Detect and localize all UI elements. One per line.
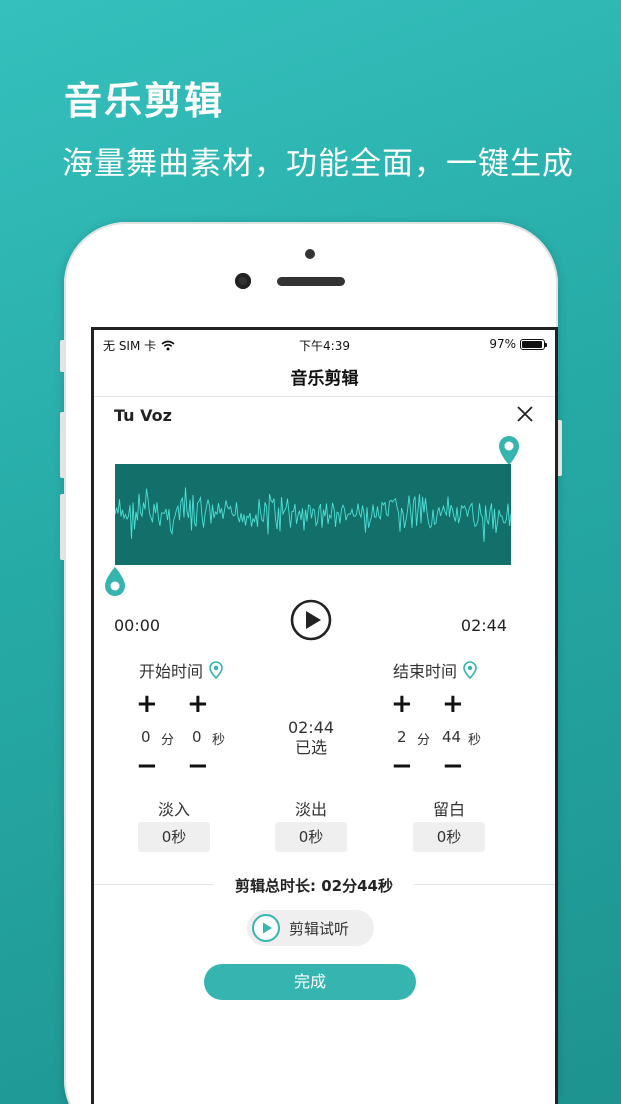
start-sec-plus-button[interactable]: + — [187, 691, 209, 717]
app-screen: 无 SIM 卡 下午4:39 97% 音乐剪辑 Tu Voz 00:00 02:… — [91, 327, 558, 1104]
preview-button-label: 剪辑试听 — [289, 919, 350, 938]
start-min-minus-button[interactable]: − — [136, 753, 158, 779]
fade-out-field[interactable]: 0秒 — [275, 822, 347, 852]
phone-sensor — [305, 249, 315, 259]
location-pin-icon — [463, 661, 477, 679]
page-title: 音乐剪辑 — [290, 369, 359, 389]
end-sec-value: 44 — [442, 728, 462, 746]
start-time-label-text: 开始时间 — [139, 662, 204, 681]
silence-label: 留白 — [432, 800, 465, 819]
phone-volume-down — [60, 494, 66, 560]
end-min-unit: 分 — [417, 733, 431, 748]
play-icon[interactable] — [290, 599, 332, 641]
battery-percent: 97% — [489, 337, 516, 351]
end-min-plus-button[interactable]: + — [391, 691, 413, 717]
phone-earpiece — [277, 277, 345, 286]
location-pin-icon — [209, 661, 223, 679]
play-circle-icon — [252, 914, 280, 942]
start-min-unit: 分 — [161, 733, 175, 748]
end-sec-unit: 秒 — [468, 733, 482, 748]
status-right: 97% — [489, 337, 547, 351]
preview-button[interactable]: 剪辑试听 — [247, 910, 374, 946]
selected-time: 02:44 — [287, 718, 335, 737]
promo-subline: 海量舞曲素材，功能全面，一键生成 — [62, 146, 574, 182]
selected-range: 02:44 已选 — [264, 718, 358, 758]
current-time: 00:00 — [114, 616, 161, 635]
selected-label: 已选 — [294, 738, 327, 757]
fade-in-field[interactable]: 0秒 — [138, 822, 210, 852]
start-min-plus-button[interactable]: + — [136, 691, 158, 717]
done-button[interactable]: 完成 — [204, 964, 416, 1000]
phone-mute-switch — [60, 340, 66, 372]
start-sec-unit: 秒 — [212, 733, 226, 748]
start-time-label: 开始时间 — [139, 658, 223, 682]
end-time-label: 结束时间 — [393, 658, 477, 682]
start-marker-pin-icon[interactable] — [103, 566, 127, 598]
fade-in-label: 淡入 — [157, 800, 190, 819]
end-min-value: 2 — [397, 728, 407, 746]
end-time-label-text: 结束时间 — [393, 662, 458, 681]
start-sec-minus-button[interactable]: − — [187, 753, 209, 779]
status-time: 下午4:39 — [299, 339, 350, 353]
silence-field[interactable]: 0秒 — [413, 822, 485, 852]
audio-waveform[interactable] — [115, 464, 511, 565]
end-sec-plus-button[interactable]: + — [442, 691, 464, 717]
promo-headline: 音乐剪辑 — [64, 79, 225, 123]
start-min-value: 0 — [141, 728, 151, 746]
phone-camera — [235, 273, 251, 289]
nav-divider — [94, 396, 555, 397]
end-sec-minus-button[interactable]: − — [442, 753, 464, 779]
sparkle-decoration — [413, 961, 471, 1007]
total-duration: 剪辑总时长: 02分44秒 — [214, 875, 414, 896]
end-min-minus-button[interactable]: − — [391, 753, 413, 779]
battery-icon — [520, 338, 547, 350]
song-title: Tu Voz — [114, 406, 172, 425]
end-marker-pin-icon[interactable] — [497, 434, 521, 466]
total-time: 02:44 — [460, 616, 507, 635]
status-bar: 无 SIM 卡 下午4:39 97% — [94, 330, 555, 356]
close-icon[interactable] — [515, 404, 535, 424]
fade-out-label: 淡出 — [294, 800, 327, 819]
start-sec-value: 0 — [192, 728, 202, 746]
battery-fill — [522, 340, 543, 348]
waveform-line — [115, 487, 511, 543]
phone-volume-up — [60, 412, 66, 478]
